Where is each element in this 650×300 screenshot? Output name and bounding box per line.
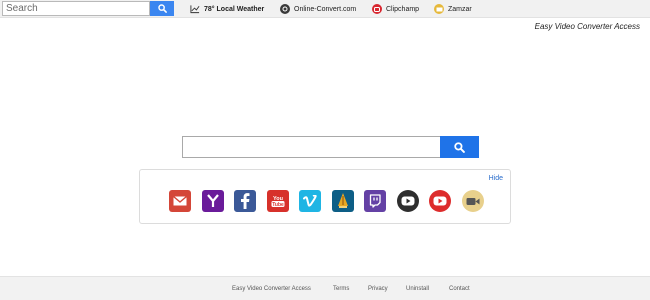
youtube-icon: YouTube	[271, 196, 284, 208]
shortcut-youtube-player[interactable]	[429, 190, 451, 212]
toolbar-clipchamp-label: Clipchamp	[386, 5, 420, 13]
weather-chart-icon	[190, 4, 200, 14]
toolbar-search-button[interactable]	[150, 1, 174, 16]
footer-link-home[interactable]: Easy Video Converter Access	[232, 286, 311, 292]
vimeo-icon	[303, 195, 317, 207]
top-toolbar: 78° Local Weather Online-Convert.com Cli…	[0, 0, 650, 18]
toolbar-weather-link[interactable]: 78° Local Weather	[190, 2, 264, 16]
shortcut-facebook[interactable]	[234, 190, 256, 212]
shortcut-tiles: You Tube	[169, 190, 494, 212]
toolbar-online-convert-label: Online-Convert.com	[294, 5, 357, 13]
shortcut-gmail[interactable]	[169, 190, 191, 212]
shortcut-video-player[interactable]	[396, 190, 419, 212]
shortcut-video-editor[interactable]	[331, 190, 354, 212]
shortcut-vimeo[interactable]	[299, 190, 321, 212]
svg-text:Tube: Tube	[272, 202, 284, 208]
footer-link-terms[interactable]: Terms	[333, 286, 349, 292]
facebook-icon	[241, 193, 250, 209]
toolbar-clipchamp-link[interactable]: Clipchamp	[372, 2, 419, 16]
video-camera-icon	[466, 197, 479, 205]
shortcut-youtube[interactable]: You Tube	[266, 190, 289, 212]
online-convert-icon	[280, 4, 290, 14]
brand-title: Easy Video Converter Access	[534, 22, 640, 31]
hide-shortcuts-link[interactable]: Hide	[489, 175, 503, 182]
main-search-button[interactable]	[440, 136, 479, 158]
search-icon	[454, 141, 465, 153]
footer-link-privacy[interactable]: Privacy	[368, 286, 388, 292]
main-search-input[interactable]	[182, 136, 440, 158]
footer-link-contact[interactable]: Contact	[449, 286, 470, 292]
yahoo-icon	[206, 194, 219, 207]
toolbar-weather-label: 78° Local Weather	[204, 5, 265, 13]
shortcut-yahoo[interactable]	[201, 190, 224, 212]
toolbar-zamzar-link[interactable]: Zamzar	[434, 2, 472, 16]
gmail-icon	[173, 196, 187, 206]
footer: Easy Video Converter Access Terms Privac…	[0, 276, 650, 300]
toolbar-search-input[interactable]	[2, 1, 150, 16]
shortcut-video-camera[interactable]	[461, 190, 484, 212]
search-icon	[157, 4, 167, 13]
shortcut-twitch[interactable]	[364, 190, 386, 212]
new-tab-page: 78° Local Weather Online-Convert.com Cli…	[0, 0, 650, 300]
clipchamp-icon	[372, 4, 382, 14]
footer-link-uninstall[interactable]: Uninstall	[406, 286, 429, 292]
shortcuts-panel: Hide You Tube	[139, 169, 511, 224]
toolbar-online-convert-link[interactable]: Online-Convert.com	[280, 2, 356, 16]
twitch-icon	[369, 194, 381, 208]
video-editor-icon	[337, 193, 348, 208]
zamzar-icon	[434, 4, 444, 14]
video-player-icon	[401, 196, 414, 206]
toolbar-zamzar-label: Zamzar	[448, 5, 472, 13]
youtube-player-icon	[433, 196, 447, 206]
